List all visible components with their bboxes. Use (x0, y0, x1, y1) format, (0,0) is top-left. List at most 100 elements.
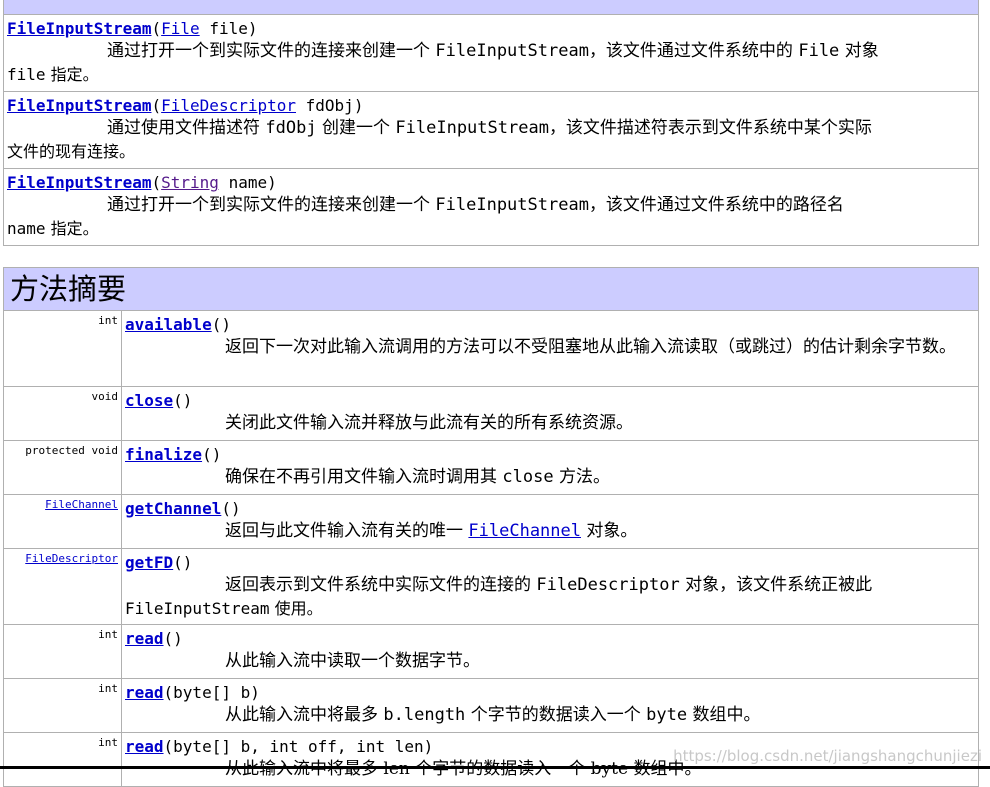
desc-text: ，该文件通过文件系统中的 (588, 41, 799, 61)
desc-code: fdObj (265, 118, 317, 138)
desc-text: 文件的现有连接。 (7, 142, 136, 161)
param-name: fdObj (305, 96, 354, 115)
method-description: 从此输入流中将最多 b.length 个字节的数据读入一个 byte 数组中。 (125, 704, 976, 727)
constructor-signature: FileInputStream(String name) (7, 173, 277, 192)
desc-code: FileInputStream (435, 195, 589, 215)
desc-text: 指定。 (45, 219, 99, 238)
method-link[interactable]: available (125, 315, 212, 334)
method-description-cont: FileInputStream 使用。 (125, 597, 976, 620)
method-link[interactable]: read (125, 683, 164, 702)
constructor-description: 通过使用文件描述符 fdObj 创建一个 FileInputStream，该文件… (7, 117, 976, 140)
method-row: int read() 从此输入流中读取一个数据字节。 (3, 624, 979, 679)
method-description: 返回表示到文件系统中实际文件的连接的 FileDescriptor 对象，该文件… (125, 574, 976, 597)
method-params: () (173, 553, 193, 572)
desc-text: 个字节的数据读入一个 (465, 705, 647, 725)
desc-link[interactable]: FileChannel (468, 521, 581, 541)
method-return-type: int (3, 310, 122, 387)
method-summary-title: 方法摘要 (3, 267, 979, 311)
method-return-type: int (3, 732, 122, 787)
method-row: FileDescriptor getFD() 返回表示到文件系统中实际文件的连接… (3, 548, 979, 625)
desc-code: FileInputStream (435, 41, 589, 61)
desc-text: 对象 (839, 41, 879, 61)
method-link[interactable]: read (125, 629, 164, 648)
method-params: () (163, 629, 183, 648)
desc-code: FileDescriptor (536, 575, 680, 595)
desc-text: 返回与此文件输入流有关的唯一 (225, 521, 469, 541)
desc-text: 使用。 (269, 599, 323, 618)
desc-text: 创建一个 (316, 118, 396, 138)
method-link[interactable]: getFD (125, 553, 173, 572)
constructor-description-cont: 文件的现有连接。 (7, 140, 976, 163)
method-description: 返回与此文件输入流有关的唯一 FileChannel 对象。 (125, 520, 976, 543)
method-params: (byte[] b) (163, 683, 260, 702)
method-link[interactable]: getChannel (125, 499, 221, 518)
method-return-type: int (3, 624, 122, 679)
method-row: int available() 返回下一次对此输入流调用的方法可以不受阻塞地从此… (3, 310, 979, 387)
method-row: void close() 关闭此文件输入流并释放与此流有关的所有系统资源。 (3, 386, 979, 441)
method-params: () (221, 499, 241, 518)
constructor-link[interactable]: FileInputStream (7, 96, 152, 115)
constructor-summary-table: FileInputStream(File file) 通过打开一个到实际文件的连… (3, 0, 979, 246)
desc-text: 通过打开一个到实际文件的连接来创建一个 (107, 195, 436, 215)
constructor-description: 通过打开一个到实际文件的连接来创建一个 FileInputStream，该文件通… (7, 40, 976, 63)
desc-text: 数组中。 (687, 705, 761, 725)
constructor-signature: FileInputStream(FileDescriptor fdObj) (7, 96, 364, 115)
return-type-link[interactable]: FileChannel (45, 498, 118, 511)
watermark: https://blog.csdn.net/jiangshangchunjiez… (673, 747, 982, 765)
constructor-description-cont: name 指定。 (7, 217, 976, 240)
return-type-link[interactable]: FileDescriptor (25, 552, 118, 565)
method-description: 确保在不再引用文件输入流时调用其 close 方法。 (125, 466, 976, 489)
desc-text: 对象，该文件系统正被此 (679, 575, 873, 595)
constructor-row: FileInputStream(String name) 通过打开一个到实际文件… (3, 168, 979, 246)
method-params: (byte[] b, int off, int len) (163, 737, 434, 756)
method-description: 从此输入流中读取一个数据字节。 (225, 651, 480, 671)
method-params: () (211, 315, 231, 334)
constructor-link[interactable]: FileInputStream (7, 19, 152, 38)
constructor-description: 通过打开一个到实际文件的连接来创建一个 FileInputStream，该文件通… (7, 194, 976, 217)
method-link[interactable]: close (125, 391, 173, 410)
desc-code: name (7, 219, 46, 238)
method-description: 关闭此文件输入流并释放与此流有关的所有系统资源。 (225, 413, 633, 433)
constructor-summary-header (3, 0, 979, 15)
desc-text: 指定。 (45, 65, 99, 84)
desc-text: 返回表示到文件系统中实际文件的连接的 (225, 575, 537, 595)
method-summary-table: 方法摘要 int available() 返回下一次对此输入流调用的方法可以不受… (3, 267, 979, 787)
param-type-link[interactable]: String (161, 173, 219, 192)
method-row: protected void finalize() 确保在不再引用文件输入流时调… (3, 440, 979, 495)
param-type-link[interactable]: File (161, 19, 200, 38)
param-name: file (209, 19, 248, 38)
desc-text: 通过打开一个到实际文件的连接来创建一个 (107, 41, 436, 61)
desc-code: close (502, 467, 554, 487)
desc-text: 确保在不再引用文件输入流时调用其 (225, 467, 503, 487)
method-link[interactable]: finalize (125, 445, 202, 464)
desc-code: FileInputStream (395, 118, 549, 138)
constructor-description-cont: file 指定。 (7, 63, 976, 86)
param-name: name (228, 173, 268, 192)
method-row: FileChannel getChannel() 返回与此文件输入流有关的唯一 … (3, 494, 979, 549)
method-description: 返回下一次对此输入流调用的方法可以不受阻塞地从此输入流读取（或跳过）的估计剩余字… (225, 337, 956, 357)
constructor-row: FileInputStream(FileDescriptor fdObj) 通过… (3, 91, 979, 169)
method-return-type: protected void (3, 440, 122, 495)
desc-text: 从此输入流中将最多 (225, 705, 384, 725)
method-params: () (173, 391, 193, 410)
method-link[interactable]: read (125, 737, 164, 756)
desc-code: FileInputStream (125, 599, 270, 618)
constructor-link[interactable]: FileInputStream (7, 173, 152, 192)
method-return-type: void (3, 386, 122, 441)
method-params: () (202, 445, 222, 464)
constructor-signature: FileInputStream(File file) (7, 19, 258, 38)
param-type-link[interactable]: FileDescriptor (161, 96, 296, 115)
desc-text: ，该文件通过文件系统中的路径名 (588, 195, 844, 215)
method-return-type: FileChannel (3, 494, 122, 549)
desc-code: byte (646, 705, 688, 725)
method-row: int read(byte[] b) 从此输入流中将最多 b.length 个字… (3, 678, 979, 733)
desc-code: b.length (383, 705, 466, 725)
desc-text: 对象。 (581, 521, 638, 541)
desc-code: File (798, 41, 840, 61)
desc-code: file (7, 65, 46, 84)
constructor-row: FileInputStream(File file) 通过打开一个到实际文件的连… (3, 14, 979, 92)
desc-text: 方法。 (553, 467, 610, 487)
method-return-type: FileDescriptor (3, 548, 122, 625)
method-return-type: int (3, 678, 122, 733)
desc-text: 通过使用文件描述符 (107, 118, 266, 138)
